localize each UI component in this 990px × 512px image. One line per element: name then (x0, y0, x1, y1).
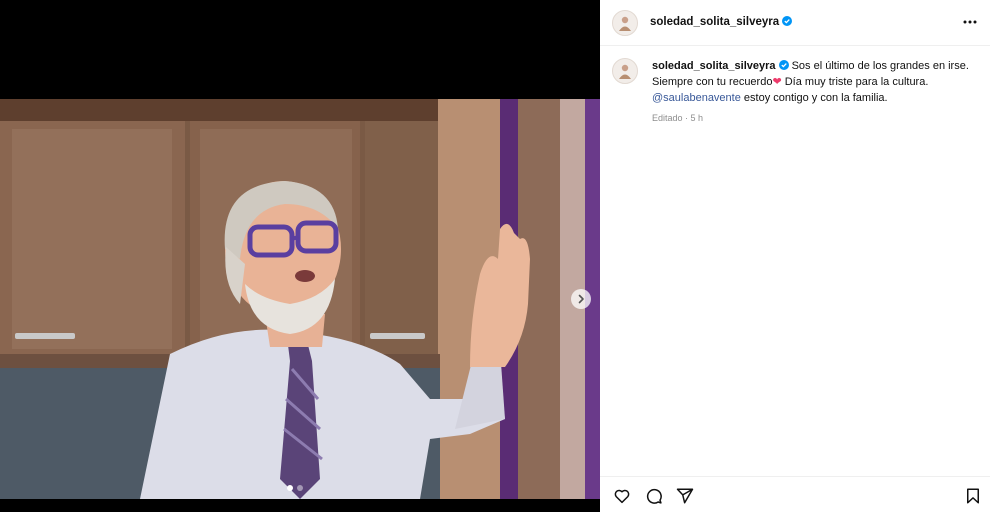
caption: soledad_solita_silveyra Sos el último de… (612, 58, 982, 126)
post-header: soledad_solita_silveyra (600, 0, 990, 46)
header-username-text[interactable]: soledad_solita_silveyra (650, 16, 779, 28)
bookmark-icon[interactable] (964, 487, 982, 505)
more-options-icon[interactable] (962, 14, 978, 30)
mention-link[interactable]: @saulabenavente (652, 92, 741, 104)
carousel-dot-active (287, 485, 293, 491)
carousel-dot (297, 485, 303, 491)
post-photo-image (0, 99, 600, 499)
caption-text: soledad_solita_silveyra Sos el último de… (652, 58, 972, 126)
post-side-panel: soledad_solita_silveyra soledad_solita_s… (600, 0, 990, 512)
avatar[interactable] (612, 10, 638, 36)
media-pane (0, 0, 600, 512)
avatar-image (619, 16, 631, 31)
caption-avatar[interactable] (612, 58, 638, 84)
header-username[interactable]: soledad_solita_silveyra (650, 16, 793, 28)
share-icon[interactable] (676, 487, 694, 505)
post-actions (600, 476, 990, 512)
verified-badge-icon (782, 16, 793, 26)
verified-badge-icon (778, 60, 789, 70)
chevron-right-icon (578, 294, 584, 304)
caption-line-3: estoy contigo y con la familia. (740, 92, 888, 104)
caption-line-2a: Siempre con tu recuerdo (652, 76, 773, 88)
heart-icon[interactable] (613, 487, 631, 505)
post-photo (0, 99, 600, 499)
carousel-dots (287, 485, 303, 491)
caption-username[interactable]: soledad_solita_silveyra (652, 60, 776, 72)
carousel-next-button[interactable] (571, 289, 591, 309)
post-meta: Editado · 5 h (652, 113, 704, 123)
avatar-image (619, 64, 631, 79)
heart-emoji: ❤ (772, 76, 782, 88)
caption-line-2b: Día muy triste para la cultura. (781, 76, 929, 88)
comment-icon[interactable] (645, 487, 663, 505)
caption-line-1: Sos el último de los grandes en irse. (791, 60, 969, 72)
